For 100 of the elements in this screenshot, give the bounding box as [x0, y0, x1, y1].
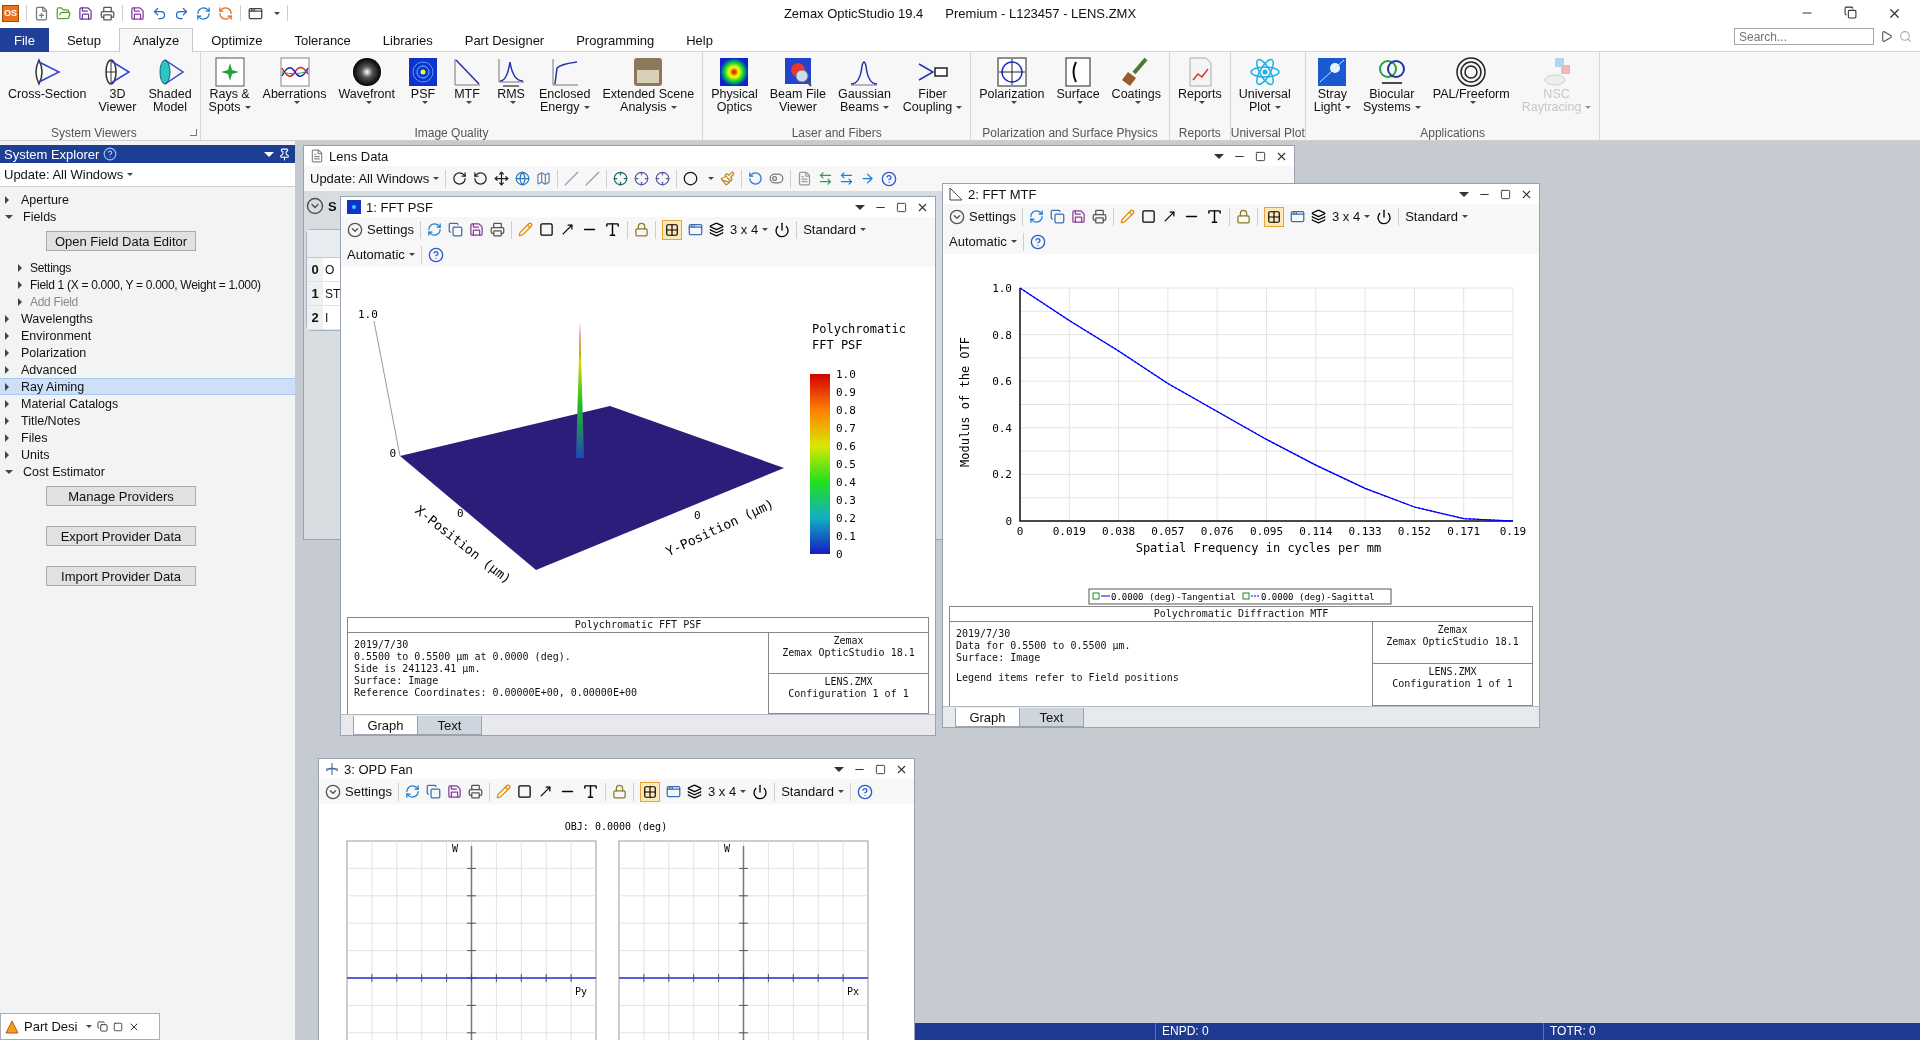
expand-arrow-icon[interactable]: [5, 348, 9, 357]
page-icon[interactable]: [797, 171, 813, 186]
maximize-icon[interactable]: [896, 201, 907, 213]
toggle-icon[interactable]: [769, 171, 785, 186]
rotate-icon[interactable]: [452, 171, 468, 186]
layers-icon[interactable]: [709, 222, 724, 237]
ribbon-tool-button[interactable]: Surface: [1051, 55, 1105, 105]
menu-tab[interactable]: Optimize: [197, 28, 277, 52]
mode-dropdown[interactable]: Automatic: [949, 234, 1017, 249]
help-icon[interactable]: [881, 170, 898, 187]
save-as-icon[interactable]: [130, 5, 145, 21]
restore-icon[interactable]: [97, 1021, 109, 1032]
merge-icon[interactable]: [839, 171, 855, 186]
ribbon-tool-button[interactable]: Polarization: [974, 55, 1050, 105]
maximize-icon[interactable]: [875, 763, 886, 775]
print-icon[interactable]: [1092, 209, 1107, 224]
undo-icon[interactable]: [152, 5, 167, 21]
expand-arrow-icon[interactable]: [5, 416, 9, 425]
text-tool-icon[interactable]: [1206, 208, 1223, 225]
help-icon[interactable]: [103, 147, 118, 161]
settings-button[interactable]: Settings: [949, 208, 1016, 225]
ribbon-tool-button[interactable]: Stray Light: [1308, 55, 1356, 115]
ribbon-tool-button[interactable]: Shaded Model: [143, 55, 197, 115]
pin-icon[interactable]: [278, 147, 291, 161]
menu-tab[interactable]: Libraries: [368, 28, 447, 52]
redo-icon[interactable]: [174, 5, 189, 21]
tree-item[interactable]: Wavelengths: [0, 310, 295, 327]
tree-item[interactable]: Environment: [0, 327, 295, 344]
tree-item[interactable]: Files: [0, 429, 295, 446]
expand-arrow-icon[interactable]: [5, 399, 9, 408]
save-icon[interactable]: [1071, 209, 1086, 224]
expand-arrow-icon[interactable]: [5, 365, 9, 374]
view-tab[interactable]: Text: [417, 716, 482, 735]
expand-arrow-icon[interactable]: [5, 469, 13, 474]
rectangle-icon[interactable]: [539, 222, 554, 237]
ribbon-tool-button[interactable]: Beam File Viewer: [764, 55, 832, 115]
crosshair-icon[interactable]: [634, 171, 650, 186]
panel-button[interactable]: Open Field Data Editor: [46, 231, 196, 251]
ribbon-tool-button[interactable]: Aberrations: [257, 55, 332, 105]
expand-arrow-icon[interactable]: [5, 214, 13, 219]
ribbon-tool-button[interactable]: PSF: [402, 55, 444, 105]
chevron-circle-icon[interactable]: [325, 783, 341, 800]
refresh-icon[interactable]: [427, 222, 442, 237]
ribbon-tool-button[interactable]: Reports: [1172, 55, 1227, 105]
menu-tab[interactable]: Programming: [562, 28, 669, 52]
refresh-icon[interactable]: [1029, 209, 1044, 224]
ribbon-tool-button[interactable]: 3D Viewer: [93, 55, 142, 115]
panel-button[interactable]: Manage Providers: [46, 486, 196, 506]
dropdown-icon[interactable]: [1459, 191, 1469, 197]
dropdown-icon[interactable]: [834, 766, 844, 772]
settings-button[interactable]: Settings: [325, 783, 392, 800]
save-icon[interactable]: [469, 222, 484, 237]
arrow-icon[interactable]: [1162, 209, 1177, 224]
ribbon-tool-button[interactable]: Rays & Spots: [203, 55, 256, 115]
copy-icon[interactable]: [426, 784, 441, 799]
power-icon[interactable]: [774, 221, 791, 238]
play-icon[interactable]: [1880, 30, 1893, 43]
rectangle-icon[interactable]: [517, 784, 532, 799]
panel-button[interactable]: Export Provider Data: [46, 526, 196, 546]
swap-icon[interactable]: [818, 171, 834, 186]
chevron-circle-icon[interactable]: [949, 208, 965, 225]
ribbon-tool-button[interactable]: Physical Optics: [706, 55, 763, 115]
tree-item[interactable]: Polarization: [0, 344, 295, 361]
lock-icon[interactable]: [634, 222, 649, 237]
chevron-circle-icon[interactable]: [347, 221, 363, 238]
open-folder-icon[interactable]: [56, 5, 71, 21]
help-icon[interactable]: [427, 246, 444, 263]
layers-icon[interactable]: [687, 784, 702, 799]
refresh-icon[interactable]: [218, 5, 233, 21]
ribbon-tool-button[interactable]: Fiber Coupling: [897, 55, 968, 115]
view-tab[interactable]: Graph: [955, 708, 1020, 727]
undo-icon[interactable]: [748, 171, 764, 186]
maximize-icon[interactable]: [1255, 150, 1266, 162]
rectangle-icon[interactable]: [1141, 209, 1156, 224]
dialog-launcher-icon[interactable]: [189, 129, 197, 136]
tree-item[interactable]: Settings: [0, 259, 295, 276]
print-icon[interactable]: [468, 784, 483, 799]
move-icon[interactable]: [494, 171, 510, 186]
lock-icon[interactable]: [612, 784, 627, 799]
expand-arrow-icon[interactable]: [5, 433, 9, 442]
layout-dropdown[interactable]: 3 x 4: [708, 784, 747, 799]
restore-icon[interactable]: [1844, 5, 1857, 19]
dropdown-icon[interactable]: [855, 204, 865, 210]
help-icon[interactable]: [856, 783, 873, 800]
refresh-icon[interactable]: [196, 5, 211, 21]
panel-button[interactable]: Import Provider Data: [46, 566, 196, 586]
chevron-circle-icon[interactable]: [306, 197, 324, 215]
lock-icon[interactable]: [1236, 209, 1251, 224]
tree-item[interactable]: Advanced: [0, 361, 295, 378]
power-icon[interactable]: [752, 783, 769, 800]
settings-button[interactable]: Settings: [347, 221, 414, 238]
tree-item[interactable]: Material Catalogs: [0, 395, 295, 412]
menu-tab[interactable]: Help: [672, 28, 727, 52]
menu-tab[interactable]: Part Designer: [450, 28, 559, 52]
maximize-icon[interactable]: [113, 1021, 124, 1032]
mode-dropdown[interactable]: Automatic: [347, 247, 415, 262]
tree-item[interactable]: Ray Aiming: [0, 378, 295, 395]
expand-arrow-icon[interactable]: [5, 382, 9, 391]
layers-icon[interactable]: [1311, 209, 1326, 224]
ribbon-tool-button[interactable]: Biocular Systems: [1357, 55, 1426, 115]
